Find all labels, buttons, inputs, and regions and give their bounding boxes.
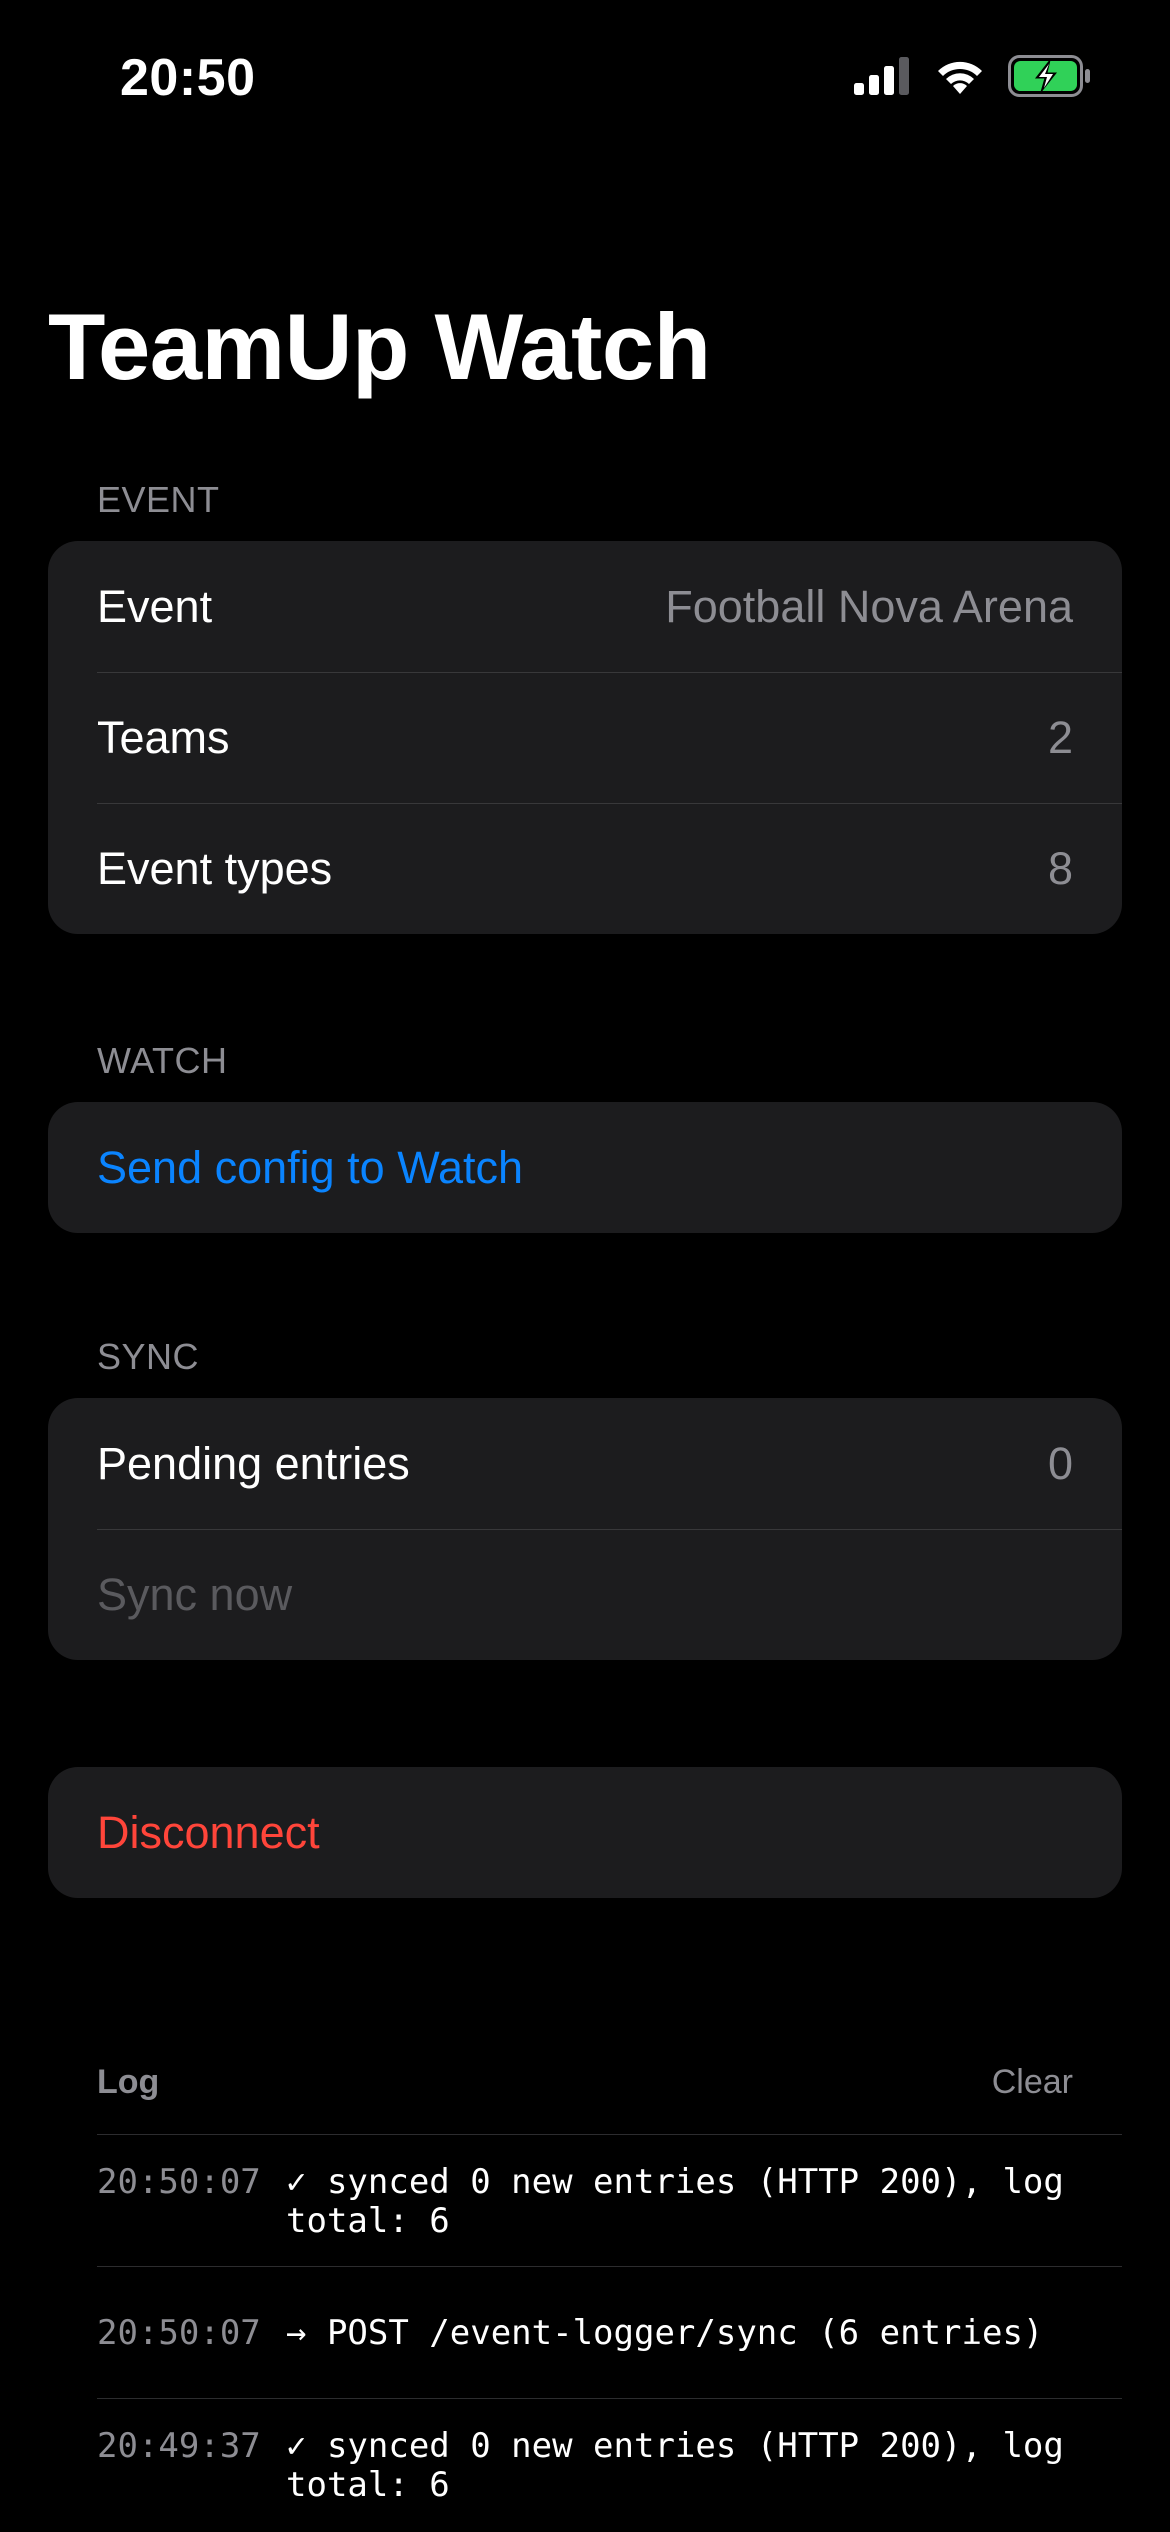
status-time: 20:50 (120, 49, 256, 107)
teams-row-label: Teams (97, 711, 230, 763)
log-entry: 20:49:37 ✓ synced 0 new entries (HTTP 20… (97, 2427, 1097, 2505)
log-entry-time: 20:50:07 (97, 2313, 261, 2353)
log-entry-time: 20:49:37 (97, 2426, 261, 2466)
page-title: TeamUp Watch (48, 294, 711, 399)
log-title: Log (97, 2062, 160, 2101)
sync-now-label: Sync now (97, 1568, 293, 1620)
log-header: Log Clear (97, 2060, 1073, 2104)
pending-entries-value: 0 (1047, 1437, 1073, 1489)
log-entry-message: ✓ synced 0 new entries (HTTP 200), log t… (286, 2426, 1064, 2505)
send-config-label: Send config to Watch (97, 1141, 524, 1193)
event-row: Event Football Nova Arena (48, 541, 1122, 672)
event-types-row: Event types 8 (48, 803, 1122, 934)
disconnect-card: Disconnect (48, 1767, 1122, 1898)
wifi-icon (934, 56, 986, 101)
disconnect-label: Disconnect (97, 1806, 320, 1858)
sync-card: Pending entries 0 Sync now (48, 1398, 1122, 1660)
event-card: Event Football Nova Arena Teams 2 Event … (48, 541, 1122, 934)
sync-section-header: SYNC (97, 1336, 200, 1377)
log-divider (97, 2266, 1122, 2267)
pending-entries-row: Pending entries 0 (48, 1398, 1122, 1529)
teams-row-value: 2 (1047, 711, 1073, 763)
log-divider (97, 2134, 1122, 2135)
watch-card: Send config to Watch (48, 1102, 1122, 1233)
pending-entries-label: Pending entries (97, 1437, 410, 1489)
event-row-value: Football Nova Arena (665, 580, 1073, 632)
event-types-row-value: 8 (1047, 842, 1073, 894)
watch-section-header: WATCH (97, 1040, 228, 1081)
log-entry-time: 20:50:07 (97, 2162, 261, 2202)
log-entry-message: → POST /event-logger/sync (6 entries) (286, 2313, 1044, 2353)
log-divider (97, 2398, 1122, 2399)
event-types-row-label: Event types (97, 842, 333, 894)
sync-now-button[interactable]: Sync now (48, 1529, 1122, 1660)
status-bar: 20:50 (0, 0, 1170, 150)
log-entry: 20:50:07 → POST /event-logger/sync (6 en… (97, 2314, 1097, 2353)
log-entry: 20:50:07 ✓ synced 0 new entries (HTTP 20… (97, 2163, 1097, 2241)
screen: 20:50 TeamUp Watch EVENT Event Football … (0, 0, 1170, 2532)
log-clear-button[interactable]: Clear (992, 2063, 1073, 2102)
status-icons (854, 54, 1092, 102)
teams-row: Teams 2 (48, 672, 1122, 803)
send-config-button[interactable]: Send config to Watch (48, 1102, 1122, 1233)
event-section-header: EVENT (97, 479, 220, 520)
battery-charging-icon (1008, 54, 1092, 102)
log-entry-message: ✓ synced 0 new entries (HTTP 200), log t… (286, 2162, 1064, 2241)
cellular-signal-icon (854, 56, 912, 100)
disconnect-button[interactable]: Disconnect (48, 1767, 1122, 1898)
event-row-label: Event (97, 580, 213, 632)
